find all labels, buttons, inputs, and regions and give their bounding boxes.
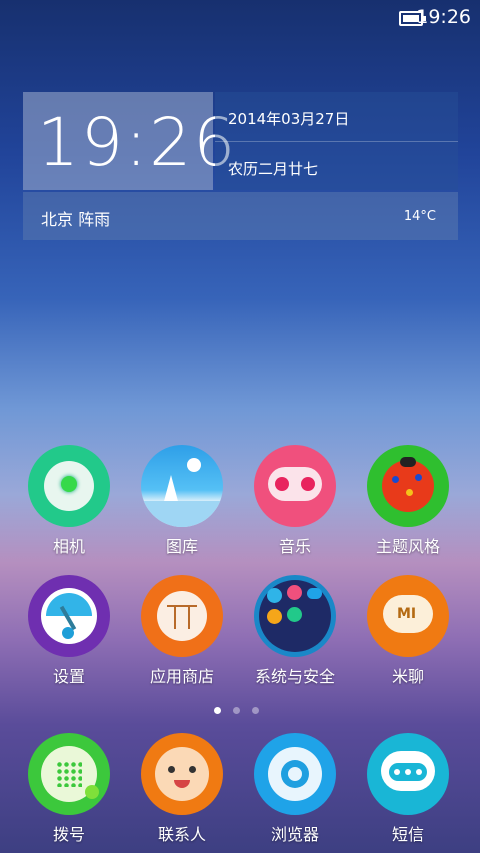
app-label: 设置	[52, 667, 85, 686]
clock-panel[interactable]: 19:26	[23, 92, 235, 190]
app-label: 相机	[52, 537, 85, 556]
app-label: 米聊	[391, 667, 424, 686]
date-divider	[215, 141, 458, 142]
camera-icon	[28, 445, 110, 527]
app-label: 应用商店	[149, 667, 214, 686]
app-security[interactable]: 系统与安全	[240, 575, 350, 687]
dock-dialer[interactable]: 拨号	[14, 733, 124, 845]
page-dot-1[interactable]	[214, 707, 221, 714]
theme-icon	[367, 445, 449, 527]
page-dot-2[interactable]	[233, 707, 240, 714]
settings-icon	[28, 575, 110, 657]
dialer-icon	[28, 733, 110, 815]
app-label: 浏览器	[270, 825, 319, 844]
date-panel[interactable]: 2014年03月27日 农历二月廿七	[215, 92, 458, 190]
miliao-icon: MI	[367, 575, 449, 657]
contacts-icon	[141, 733, 223, 815]
messages-icon	[367, 733, 449, 815]
app-store-icon	[141, 575, 223, 657]
app-store[interactable]: 应用商店	[127, 575, 237, 687]
page-indicator[interactable]	[214, 699, 271, 718]
app-label: 联系人	[157, 825, 206, 844]
app-camera[interactable]: 相机	[14, 445, 124, 557]
music-icon	[254, 445, 336, 527]
app-label: 图库	[165, 537, 198, 556]
page-dot-3[interactable]	[252, 707, 259, 714]
dock-contacts[interactable]: 联系人	[127, 733, 237, 845]
weather-city: 北京 阵雨	[41, 210, 111, 229]
app-label: 音乐	[278, 537, 311, 556]
security-icon	[254, 575, 336, 657]
browser-icon	[254, 733, 336, 815]
app-miliao[interactable]: MI 米聊	[353, 575, 463, 687]
app-music[interactable]: 音乐	[240, 445, 350, 557]
clock-weather-widget[interactable]: 19:26 2014年03月27日 农历二月廿七 北京 阵雨 14°C	[23, 92, 458, 240]
status-bar: 19:26	[0, 0, 480, 36]
dock-browser[interactable]: 浏览器	[240, 733, 350, 845]
weather-panel[interactable]: 北京 阵雨 14°C	[23, 192, 458, 240]
app-label: 主题风格	[375, 537, 440, 556]
status-time: 19:26	[416, 6, 471, 28]
app-settings[interactable]: 设置	[14, 575, 124, 687]
widget-lunar-date: 农历二月廿七	[228, 160, 319, 178]
app-gallery[interactable]: 图库	[127, 445, 237, 557]
app-label: 系统与安全	[254, 667, 335, 686]
widget-date: 2014年03月27日	[228, 110, 350, 128]
app-theme[interactable]: 主题风格	[353, 445, 463, 557]
dock-messages[interactable]: 短信	[353, 733, 463, 845]
weather-temperature: 14°C	[403, 209, 436, 224]
widget-clock: 19:26	[37, 104, 238, 181]
app-label: 短信	[391, 825, 424, 844]
gallery-icon	[141, 445, 223, 527]
app-label: 拨号	[52, 825, 85, 844]
